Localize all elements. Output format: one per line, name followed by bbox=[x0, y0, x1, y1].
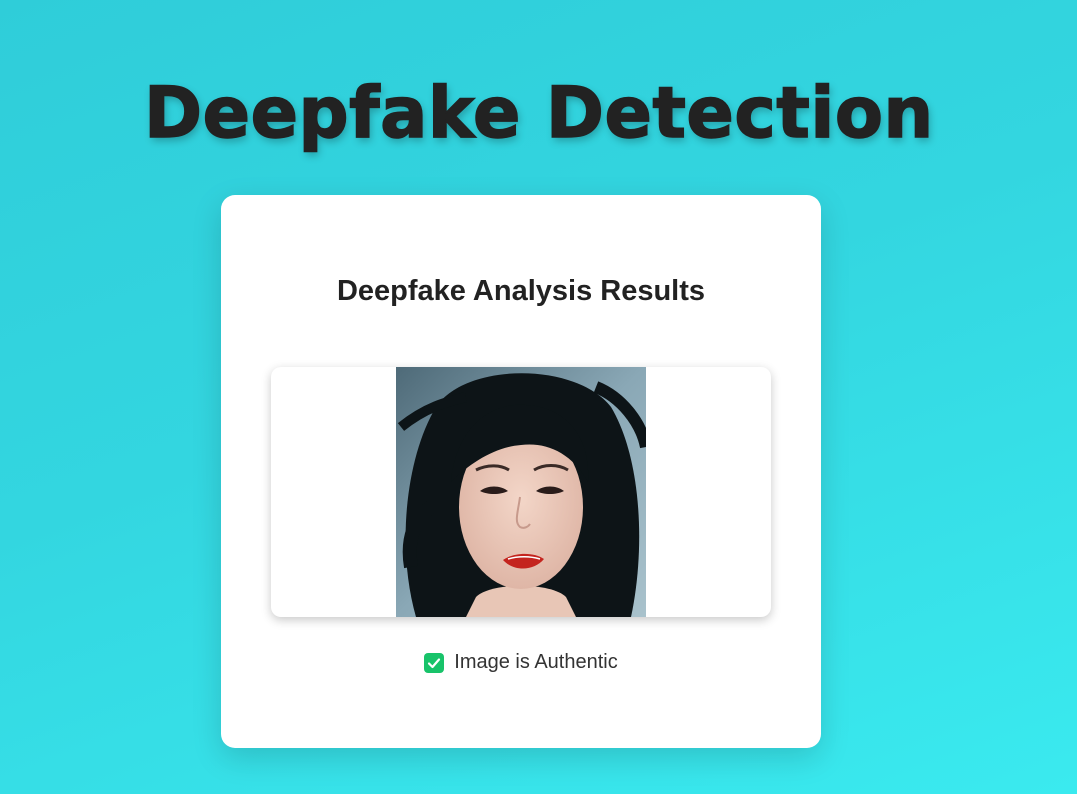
page-title: Deepfake Detection bbox=[143, 71, 934, 155]
result-status: Image is Authentic bbox=[221, 651, 821, 674]
result-label: Image is Authentic bbox=[454, 651, 618, 673]
analyzed-image bbox=[396, 367, 646, 617]
check-icon bbox=[424, 652, 445, 673]
image-preview-frame bbox=[271, 367, 771, 617]
card-title: Deepfake Analysis Results bbox=[336, 275, 706, 307]
results-card: Deepfake Analysis Results Image is Authe… bbox=[221, 195, 821, 748]
